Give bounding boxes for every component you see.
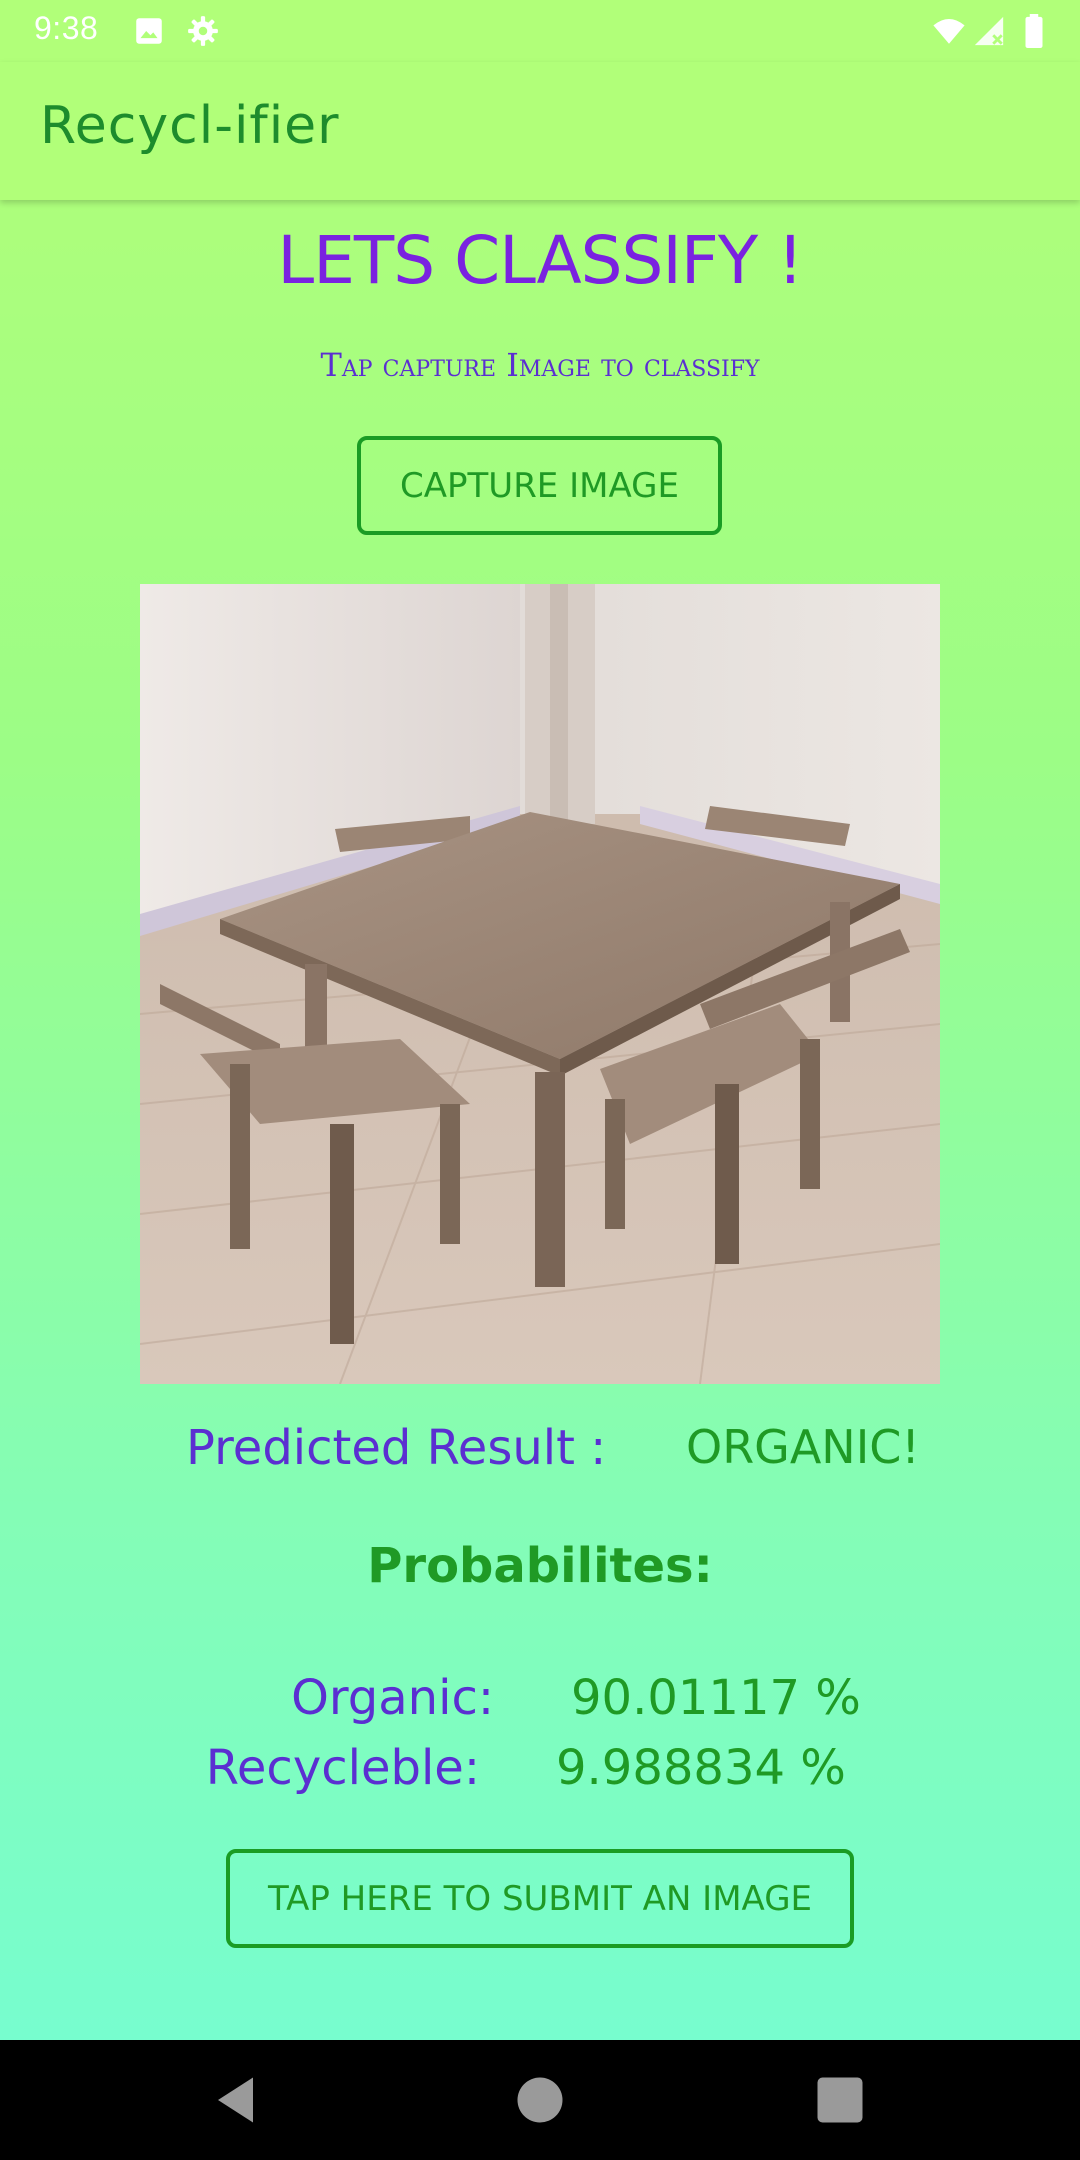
submit-image-button[interactable]: TAP HERE TO SUBMIT AN IMAGE bbox=[226, 1849, 854, 1948]
status-time: 9:38 bbox=[34, 10, 99, 46]
app-title: Recycl-ifier bbox=[40, 96, 340, 156]
battery-icon bbox=[1025, 14, 1043, 48]
navigation-bar bbox=[0, 2040, 1080, 2160]
image-icon bbox=[136, 18, 162, 44]
signal-icon bbox=[974, 16, 1004, 46]
organic-probability: 90.01117 % bbox=[571, 1670, 861, 1726]
capture-image-button[interactable]: CAPTURE IMAGE bbox=[357, 436, 722, 535]
probabilities-heading: Probabilites: bbox=[367, 1538, 713, 1594]
captured-photo bbox=[140, 584, 940, 1384]
status-bar: 9:38 bbox=[0, 0, 1080, 62]
app-bar: Recycl-ifier bbox=[0, 62, 1080, 200]
organic-label: Organic: bbox=[291, 1670, 494, 1726]
home-icon[interactable] bbox=[510, 2070, 570, 2130]
predicted-result-value: ORGANIC! bbox=[686, 1420, 920, 1474]
recycleble-probability: 9.988834 % bbox=[556, 1740, 846, 1796]
instruction-text: Tap capture Image to classify bbox=[320, 346, 760, 384]
wifi-icon bbox=[933, 18, 965, 44]
back-icon[interactable] bbox=[208, 2070, 268, 2130]
predicted-result-label: Predicted Result : bbox=[186, 1420, 607, 1476]
page-heading: LETS CLASSIFY ! bbox=[277, 222, 803, 299]
recents-icon[interactable] bbox=[810, 2070, 870, 2130]
recycleble-label: Recycleble: bbox=[205, 1740, 480, 1796]
gear-icon bbox=[188, 16, 218, 46]
